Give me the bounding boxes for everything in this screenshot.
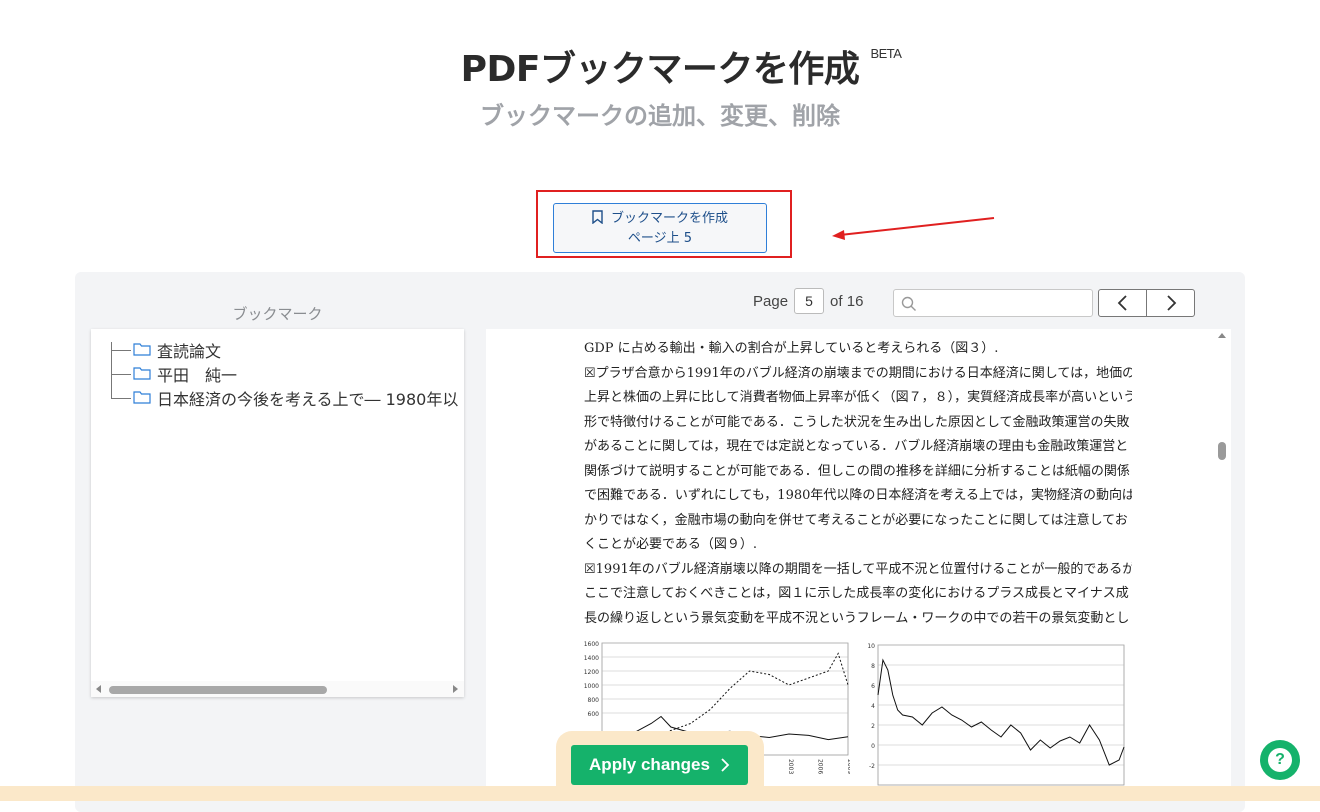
chevron-right-icon xyxy=(721,758,730,772)
help-icon: ? xyxy=(1268,748,1292,772)
document-text: GDP に占める輸出・輸入の割合が上昇していると考えられる（図３）. ☒プラザ合意… xyxy=(584,337,1132,631)
page-header: PDFブックマークを作成 BETA ブックマークの追加、変更、削除 xyxy=(0,40,1320,131)
chevron-right-icon xyxy=(1166,295,1176,311)
bottom-bar xyxy=(0,786,1320,801)
chart-y-tick-label: 10 xyxy=(867,643,875,650)
document-line: ☒プラザ合意から1991年のバブル経済の崩壊までの期間における日本経済に関しては… xyxy=(584,365,1132,381)
folder-icon xyxy=(133,341,151,360)
apply-changes-label: Apply changes xyxy=(589,755,710,774)
chart-y-tick-label: 2 xyxy=(871,723,875,730)
document-line: 長の繰り返しという景気変動を平成不況というフレーム・ワークの中での若干の景気変動… xyxy=(584,610,1130,626)
document-line: 形で特徴付けることが可能である．こうした状況を生み出した原因として金融政策運営の… xyxy=(584,414,1130,430)
search-field[interactable] xyxy=(893,289,1093,317)
page-subtitle: ブックマークの追加、変更、削除 xyxy=(480,102,840,130)
chart-y-tick-label: 1000 xyxy=(584,683,599,690)
bookmark-item-label: 平田 純一 xyxy=(157,366,238,385)
page-number-input[interactable] xyxy=(794,288,825,314)
folder-icon xyxy=(133,365,151,384)
search-icon xyxy=(901,296,917,316)
chart-x-tick-label: 2003 xyxy=(787,759,794,774)
document-line: で困難である．いずれにしても，1980年代以降の日本経済を考える上では，実物経済… xyxy=(584,488,1132,503)
scroll-up-icon[interactable] xyxy=(1218,333,1226,338)
document-line: くことが必要である（図９）. xyxy=(584,537,758,552)
chevron-left-icon xyxy=(1117,295,1127,311)
scroll-left-icon[interactable] xyxy=(96,685,101,693)
page-navigator: Page of 16 xyxy=(753,288,863,314)
chart-y-tick-label: 0 xyxy=(871,743,875,750)
page-nav-buttons xyxy=(1098,289,1195,317)
document-line: GDP に占める輸出・輸入の割合が上昇していると考えられる（図３）. xyxy=(584,341,999,356)
bookmark-item-label: 査読論文 xyxy=(157,342,222,361)
document-line: ☒1991年のバブル経済崩壊以降の期間を一括して平成不況と位置付けることが一般的… xyxy=(584,561,1132,577)
bookmark-item[interactable]: 平田 純一 xyxy=(111,363,237,385)
next-page-button[interactable] xyxy=(1147,290,1194,316)
document-line: があることに関しては，現在では定説となっている．バブル経済崩壊の理由も金融政策運… xyxy=(584,439,1129,454)
help-button[interactable]: ? xyxy=(1260,740,1300,780)
document-line: 関係づけて説明することが可能である．但しこの間の推移を詳細に分析することは紙幅の… xyxy=(584,463,1130,479)
chart-y-tick-label: 600 xyxy=(588,711,600,718)
chart-y-tick-label: 1400 xyxy=(584,655,599,662)
chart-y-tick-label: -2 xyxy=(869,763,875,770)
chart-x-tick-label: 2009 xyxy=(846,759,850,774)
create-bookmark-label: ブックマークを作成 xyxy=(610,211,728,226)
chart-plot-area xyxy=(877,644,1125,786)
bookmark-tree[interactable]: 査読論文 平田 純一 日本経済の今後を考える上で― 1980年以 xyxy=(91,329,464,697)
scrollbar-thumb[interactable] xyxy=(1218,442,1226,460)
apply-changes-button[interactable]: Apply changes xyxy=(571,745,748,785)
chart-y-tick-label: 8 xyxy=(871,663,875,670)
chart-y-tick-label: 800 xyxy=(588,697,600,704)
page-title: PDFブックマークを作成 BETA xyxy=(460,46,902,90)
bookmark-item[interactable]: 日本経済の今後を考える上で― 1980年以 xyxy=(111,387,458,409)
bookmark-icon xyxy=(592,210,603,230)
chart-y-tick-label: 1200 xyxy=(584,669,599,676)
chart-y-tick-label: 4 xyxy=(871,703,875,710)
annotation-arrow xyxy=(832,217,995,240)
beta-badge: BETA xyxy=(870,46,902,61)
folder-icon xyxy=(133,389,151,408)
scrollbar-thumb[interactable] xyxy=(109,686,327,694)
document-line: かりではなく，金融市場の動向を併せて考えることが必要になったことに関しては注意し… xyxy=(584,512,1128,528)
document-line: ここで注意しておくべきことは，図１に示した成長率の変化におけるプラス成長とマイナ… xyxy=(584,586,1129,601)
horizontal-scrollbar[interactable] xyxy=(91,681,464,697)
page-total: of 16 xyxy=(830,292,864,310)
bookmark-item-label: 日本経済の今後を考える上で― 1980年以 xyxy=(157,390,459,409)
page-prefix: Page xyxy=(753,292,789,310)
document-line: 上昇と株価の上昇に比して消費者物価上昇率が低く（図７，８），実質経済成長率が高い… xyxy=(584,390,1132,405)
chart-y-tick-label: 6 xyxy=(871,683,875,690)
bookmarks-heading: ブックマーク xyxy=(232,306,323,323)
search-input[interactable] xyxy=(922,293,1090,315)
document-chart-right: 10 8 6 4 2 0 -2 xyxy=(867,643,1125,786)
vertical-scrollbar[interactable] xyxy=(1214,329,1230,801)
create-bookmark-button[interactable]: ブックマークを作成 ページ上 5 xyxy=(553,203,767,253)
prev-page-button[interactable] xyxy=(1099,290,1147,316)
chart-y-tick-label: 1600 xyxy=(584,641,599,648)
create-bookmark-sublabel: ページ上 5 xyxy=(627,231,693,246)
chart-x-tick-label: 2006 xyxy=(816,759,823,774)
bookmark-item[interactable]: 査読論文 xyxy=(111,339,221,361)
scroll-right-icon[interactable] xyxy=(453,685,458,693)
